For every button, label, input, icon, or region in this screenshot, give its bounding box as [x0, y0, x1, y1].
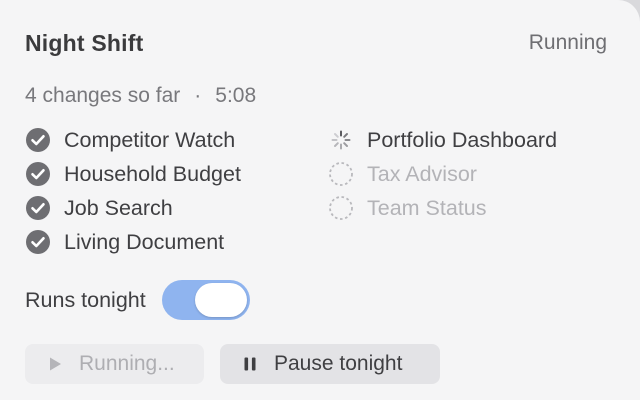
panel-title: Night Shift	[25, 29, 144, 56]
runs-tonight-row: Runs tonight	[25, 280, 250, 320]
checkmark-circle-icon	[25, 195, 51, 221]
separator-dot: ·	[194, 84, 202, 107]
run-status: Running	[528, 31, 607, 54]
night-shift-panel: Night Shift Running 4 changes so far · 5…	[0, 0, 640, 400]
checkmark-circle-icon	[25, 229, 51, 255]
dashed-circle-icon	[328, 161, 354, 187]
progress-summary: 4 changes so far · 5:08	[25, 84, 256, 108]
panel-header: Night Shift Running	[25, 27, 607, 59]
dashed-circle-icon	[328, 195, 354, 221]
task-label: Tax Advisor	[367, 161, 477, 186]
task-item: Tax Advisor	[328, 157, 557, 191]
spinner-icon	[328, 127, 354, 153]
task-item: Household Budget	[25, 157, 241, 191]
runs-tonight-label: Runs tonight	[25, 287, 146, 312]
pause-tonight-button[interactable]: Pause tonight	[220, 344, 440, 384]
play-icon	[45, 354, 65, 374]
task-item: Team Status	[328, 191, 557, 225]
task-item: Job Search	[25, 191, 241, 225]
changes-count: 4 changes so far	[25, 84, 181, 107]
task-item: Portfolio Dashboard	[328, 123, 557, 157]
task-item: Competitor Watch	[25, 123, 241, 157]
queued-task-list: Portfolio Dashboard Tax Advisor Team Sta…	[328, 123, 557, 225]
task-label: Job Search	[64, 195, 173, 220]
task-label: Team Status	[367, 195, 487, 220]
task-label: Competitor Watch	[64, 127, 236, 152]
completed-task-list: Competitor Watch Household Budget Job Se…	[25, 123, 241, 259]
run-button[interactable]: Running...	[25, 344, 204, 384]
task-label: Portfolio Dashboard	[367, 127, 558, 152]
task-label: Household Budget	[64, 161, 241, 186]
checkmark-circle-icon	[25, 127, 51, 153]
run-button-label: Running...	[79, 352, 175, 375]
task-label: Living Document	[64, 229, 225, 254]
pause-icon	[240, 354, 260, 374]
checkmark-circle-icon	[25, 161, 51, 187]
task-item: Living Document	[25, 225, 241, 259]
runs-tonight-toggle[interactable]	[161, 280, 250, 320]
toggle-knob	[194, 283, 247, 317]
elapsed-time: 5:08	[215, 84, 257, 107]
pause-button-label: Pause tonight	[274, 352, 403, 375]
action-buttons: Running... Pause tonight	[25, 344, 440, 384]
